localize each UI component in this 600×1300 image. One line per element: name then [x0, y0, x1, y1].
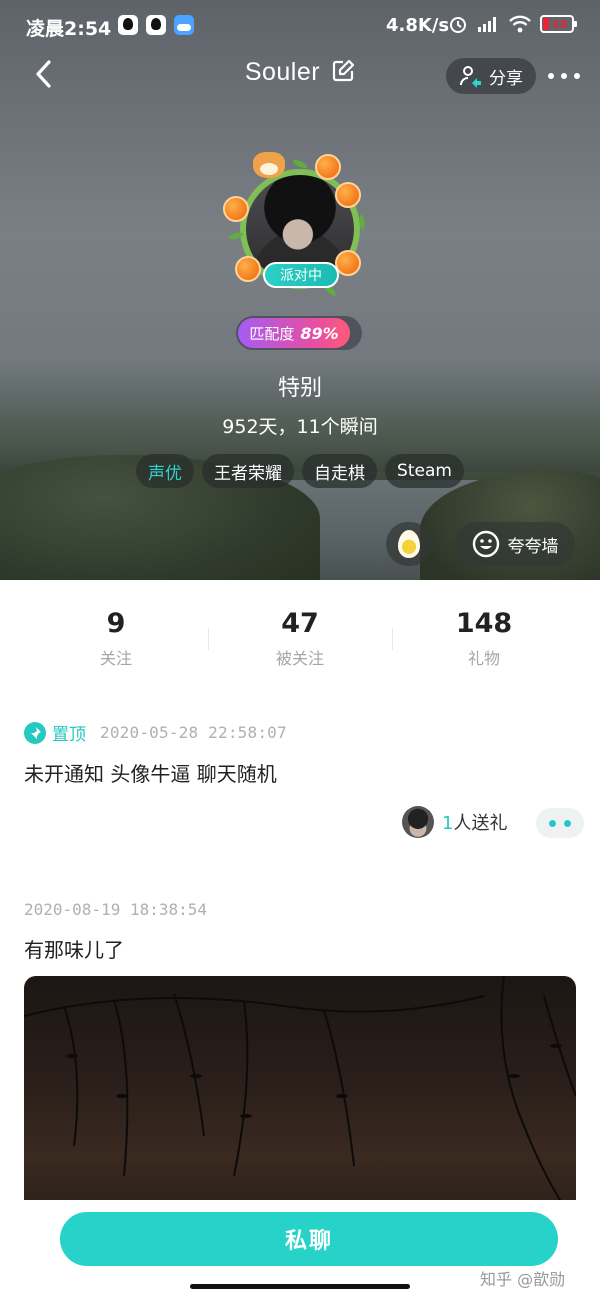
orange-icon [223, 196, 249, 222]
watermark: 知乎 @歆勋 [480, 1270, 566, 1289]
stat-following-label: 关注 [99, 649, 132, 668]
post-meta: 置顶 2020-05-28 22:58:07 [24, 720, 287, 745]
profile-nickname: 特别 [277, 376, 322, 401]
private-chat-button[interactable]: 私聊 [60, 1212, 558, 1266]
post-more-button[interactable] [536, 808, 584, 838]
post-timestamp: 2020-05-28 22:58:07 [100, 723, 287, 742]
gifter-avatar [402, 806, 434, 838]
stat-gifts[interactable]: 148 礼物 [404, 608, 564, 669]
profile-days-moments: 952天，11个瞬间 [222, 416, 378, 438]
stat-following[interactable]: 9 关注 [36, 608, 196, 669]
post-timestamp: 2020-08-19 18:38:54 [24, 900, 208, 919]
share-label: 分享 [489, 68, 523, 89]
praise-wall-button[interactable]: 夸夸墙 [455, 522, 575, 566]
dot-icon [548, 73, 554, 79]
party-status-badge: 派对中 [263, 262, 339, 288]
stat-following-value: 9 [106, 608, 126, 639]
interest-tags: 声优 王者荣耀 自走棋 Steam [0, 454, 600, 488]
orange-icon [235, 256, 261, 282]
share-user-icon [460, 66, 481, 88]
nav-bar: Souler 分享 [0, 54, 600, 98]
weather-icon [174, 15, 194, 35]
tag-item[interactable]: 声优 [136, 454, 195, 488]
dot-icon [574, 73, 580, 79]
status-sys-icons: 15 [448, 14, 577, 34]
hd-signal-icon [478, 17, 496, 32]
avatar[interactable]: 派对中 [223, 152, 378, 302]
orange-icon [315, 154, 341, 180]
qq-icon [146, 15, 166, 35]
page-title: Souler [244, 58, 321, 86]
alarm-icon [450, 17, 466, 33]
stat-gifts-label: 礼物 [467, 649, 500, 668]
dot-icon [549, 819, 556, 827]
orange-icon [335, 182, 361, 208]
tag-item[interactable]: Steam [385, 454, 464, 488]
gift-suffix: 人送礼 [453, 813, 508, 834]
egg-button[interactable] [386, 522, 432, 566]
qq-icon [118, 15, 138, 35]
post-image[interactable] [24, 976, 576, 1216]
status-app-icons [118, 15, 194, 35]
gift-summary-text: 1人送礼 [442, 809, 507, 835]
orange-icon [335, 250, 361, 276]
edit-icon[interactable] [331, 59, 355, 83]
stat-followers-value: 47 [281, 608, 319, 639]
stat-followers-label: 被关注 [275, 649, 324, 668]
match-score-fill: 匹配度 89% [238, 318, 350, 348]
leaf-icon [293, 160, 307, 168]
wifi-icon [509, 15, 531, 33]
dot-icon [561, 73, 567, 79]
egg-icon [398, 530, 420, 558]
shiba-dog-icon [253, 152, 285, 178]
status-time: 凌晨2:54 [26, 18, 112, 40]
post-text: 未开通知 头像牛逼 聊天随机 [24, 762, 277, 786]
match-score-pill[interactable]: 匹配度 89% [236, 316, 362, 350]
pinned-label: 置顶 [52, 725, 86, 745]
home-indicator[interactable] [190, 1284, 410, 1289]
battery-level: 15 [552, 17, 568, 31]
network-speed: 4.8K/s [386, 15, 450, 36]
post-text: 有那味儿了 [24, 938, 124, 962]
match-label: 匹配度 [249, 324, 295, 343]
stat-gifts-value: 148 [455, 608, 513, 639]
tag-item[interactable]: 自走棋 [302, 454, 378, 488]
more-options-button[interactable] [548, 62, 580, 90]
battery-icon: 15 [540, 15, 577, 33]
smile-icon [472, 530, 499, 558]
stat-divider [392, 628, 393, 650]
profile-stats: 9 关注 47 被关注 148 礼物 [0, 580, 600, 680]
willow-branches-graphic [24, 976, 576, 1207]
pin-icon [24, 721, 46, 744]
gift-count: 1 [442, 813, 454, 834]
stat-followers[interactable]: 47 被关注 [220, 608, 380, 669]
share-button[interactable]: 分享 [446, 58, 536, 94]
stat-divider [208, 628, 209, 650]
status-bar: 凌晨2:54 4.8K/s 15 [0, 0, 600, 54]
praise-wall-label: 夸夸墙 [507, 536, 559, 557]
gift-summary[interactable]: 1人送礼 [402, 806, 507, 838]
tag-item[interactable]: 王者荣耀 [202, 454, 295, 488]
profile-hero: 凌晨2:54 4.8K/s 15 Souler 分享 派对中 匹配度 89% 特… [0, 0, 600, 580]
bottom-bar: 私聊 知乎 @歆勋 [0, 1200, 600, 1300]
dot-icon [564, 819, 571, 827]
match-value: 89% [300, 323, 339, 343]
